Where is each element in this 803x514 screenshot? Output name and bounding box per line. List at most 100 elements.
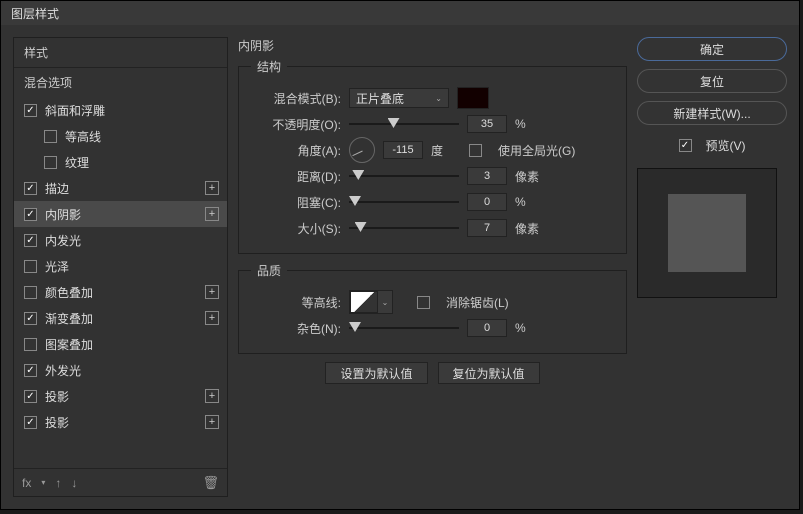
- sidebar-item-label: 内发光: [45, 232, 81, 249]
- ok-button[interactable]: 确定: [637, 37, 787, 61]
- sidebar-item-label: 投影: [45, 388, 69, 405]
- antialias-label: 消除锯齿(L): [446, 294, 509, 311]
- size-unit: 像素: [515, 220, 545, 237]
- add-effect-icon[interactable]: +: [205, 415, 219, 429]
- style-checkbox[interactable]: [24, 364, 37, 377]
- style-checkbox[interactable]: [24, 208, 37, 221]
- angle-unit: 度: [431, 142, 461, 159]
- contour-picker[interactable]: ⌄: [349, 290, 393, 314]
- new-style-button[interactable]: 新建样式(W)...: [637, 101, 787, 125]
- quality-legend: 品质: [251, 262, 287, 279]
- make-default-button[interactable]: 设置为默认值: [325, 362, 427, 384]
- sidebar-item[interactable]: 光泽: [14, 253, 227, 279]
- sidebar-item[interactable]: 投影 +: [14, 409, 227, 435]
- sidebar-item[interactable]: 描边+: [14, 175, 227, 201]
- noise-label: 杂色(N):: [251, 320, 341, 337]
- reset-default-button[interactable]: 复位为默认值: [438, 362, 540, 384]
- sidebar-item-label: 投影: [45, 414, 69, 431]
- sidebar-item[interactable]: 内发光: [14, 227, 227, 253]
- add-effect-icon[interactable]: +: [205, 389, 219, 403]
- angle-dial[interactable]: [349, 137, 375, 163]
- add-effect-icon[interactable]: +: [205, 181, 219, 195]
- style-checkbox[interactable]: [24, 416, 37, 429]
- style-checkbox[interactable]: [44, 156, 57, 169]
- style-checkbox[interactable]: [24, 260, 37, 273]
- preview-checkbox[interactable]: [679, 139, 692, 152]
- sidebar-item[interactable]: 投影 +: [14, 383, 227, 409]
- size-slider[interactable]: [349, 222, 459, 234]
- add-effect-icon[interactable]: +: [205, 311, 219, 325]
- right-panel: 确定 复位 新建样式(W)... 预览(V): [637, 37, 787, 497]
- add-effect-icon[interactable]: +: [205, 207, 219, 221]
- choke-slider[interactable]: [349, 196, 459, 208]
- move-down-icon[interactable]: ↓: [71, 476, 77, 490]
- trash-icon[interactable]: 🗑: [202, 475, 219, 491]
- style-checkbox[interactable]: [24, 234, 37, 247]
- titlebar: 图层样式: [1, 1, 799, 25]
- blend-mode-value: 正片叠底: [356, 90, 404, 107]
- shadow-color-swatch[interactable]: [457, 87, 489, 109]
- sidebar-item[interactable]: 外发光: [14, 357, 227, 383]
- preview-box: [637, 168, 777, 298]
- angle-value[interactable]: -115: [383, 141, 423, 159]
- preview-label: 预览(V): [706, 137, 746, 154]
- global-light-label: 使用全局光(G): [498, 142, 575, 159]
- choke-value[interactable]: 0: [467, 193, 507, 211]
- contour-label: 等高线:: [251, 294, 341, 311]
- style-checkbox[interactable]: [24, 338, 37, 351]
- style-checkbox[interactable]: [24, 104, 37, 117]
- sidebar-item[interactable]: 渐变叠加 +: [14, 305, 227, 331]
- distance-unit: 像素: [515, 168, 545, 185]
- sidebar-item-label: 等高线: [65, 128, 101, 145]
- contour-thumb: [350, 291, 378, 313]
- sidebar-item[interactable]: 等高线: [14, 123, 227, 149]
- sidebar-item[interactable]: 内阴影 +: [14, 201, 227, 227]
- choke-label: 阻塞(C):: [251, 194, 341, 211]
- style-checkbox[interactable]: [24, 182, 37, 195]
- sidebar-item-label: 纹理: [65, 154, 89, 171]
- sidebar-item-label: 外发光: [45, 362, 81, 379]
- size-value[interactable]: 7: [467, 219, 507, 237]
- structure-legend: 结构: [251, 58, 287, 75]
- blend-mode-label: 混合模式(B):: [251, 90, 341, 107]
- style-checkbox[interactable]: [24, 390, 37, 403]
- opacity-value[interactable]: 35: [467, 115, 507, 133]
- distance-slider[interactable]: [349, 170, 459, 182]
- distance-value[interactable]: 3: [467, 167, 507, 185]
- blend-options-header[interactable]: 混合选项: [14, 68, 227, 97]
- noise-value[interactable]: 0: [467, 319, 507, 337]
- sidebar-item-label: 颜色叠加: [45, 284, 93, 301]
- style-checkbox[interactable]: [24, 286, 37, 299]
- sidebar-footer: fx ▾ ↑ ↓ 🗑: [14, 468, 227, 496]
- sidebar-item-label: 内阴影: [45, 206, 81, 223]
- sidebar-item-label: 图案叠加: [45, 336, 93, 353]
- dialog-title: 图层样式: [11, 5, 59, 22]
- settings-panel: 内阴影 结构 混合模式(B): 正片叠底 ⌄ 不透明度(O): 35 %: [238, 37, 627, 497]
- sidebar-item[interactable]: 纹理: [14, 149, 227, 175]
- size-label: 大小(S):: [251, 220, 341, 237]
- cancel-button[interactable]: 复位: [637, 69, 787, 93]
- fx-menu-arrow[interactable]: ▾: [41, 478, 45, 487]
- antialias-checkbox[interactable]: [417, 296, 430, 309]
- global-light-checkbox[interactable]: [469, 144, 482, 157]
- sidebar-item-label: 渐变叠加: [45, 310, 93, 327]
- add-effect-icon[interactable]: +: [205, 285, 219, 299]
- opacity-unit: %: [515, 117, 545, 131]
- move-up-icon[interactable]: ↑: [55, 476, 61, 490]
- layer-style-dialog: 图层样式 样式 混合选项 斜面和浮雕等高线纹理描边+ 内阴影 + 内发光光泽颜色叠加 +…: [0, 0, 800, 510]
- style-checkbox[interactable]: [24, 312, 37, 325]
- sidebar-item[interactable]: 斜面和浮雕: [14, 97, 227, 123]
- distance-label: 距离(D):: [251, 168, 341, 185]
- chevron-down-icon: ⌄: [378, 291, 392, 313]
- quality-group: 品质 等高线: ⌄ 消除锯齿(L) 杂色(N): 0 %: [238, 262, 627, 354]
- noise-slider[interactable]: [349, 322, 459, 334]
- blend-mode-select[interactable]: 正片叠底 ⌄: [349, 88, 449, 108]
- style-checkbox[interactable]: [44, 130, 57, 143]
- opacity-slider[interactable]: [349, 118, 459, 130]
- sidebar-item[interactable]: 图案叠加: [14, 331, 227, 357]
- sidebar-header: 样式: [14, 38, 227, 68]
- sidebar-item[interactable]: 颜色叠加 +: [14, 279, 227, 305]
- sidebar-item-label: 斜面和浮雕: [45, 102, 105, 119]
- fx-menu[interactable]: fx: [22, 476, 31, 490]
- angle-label: 角度(A):: [251, 142, 341, 159]
